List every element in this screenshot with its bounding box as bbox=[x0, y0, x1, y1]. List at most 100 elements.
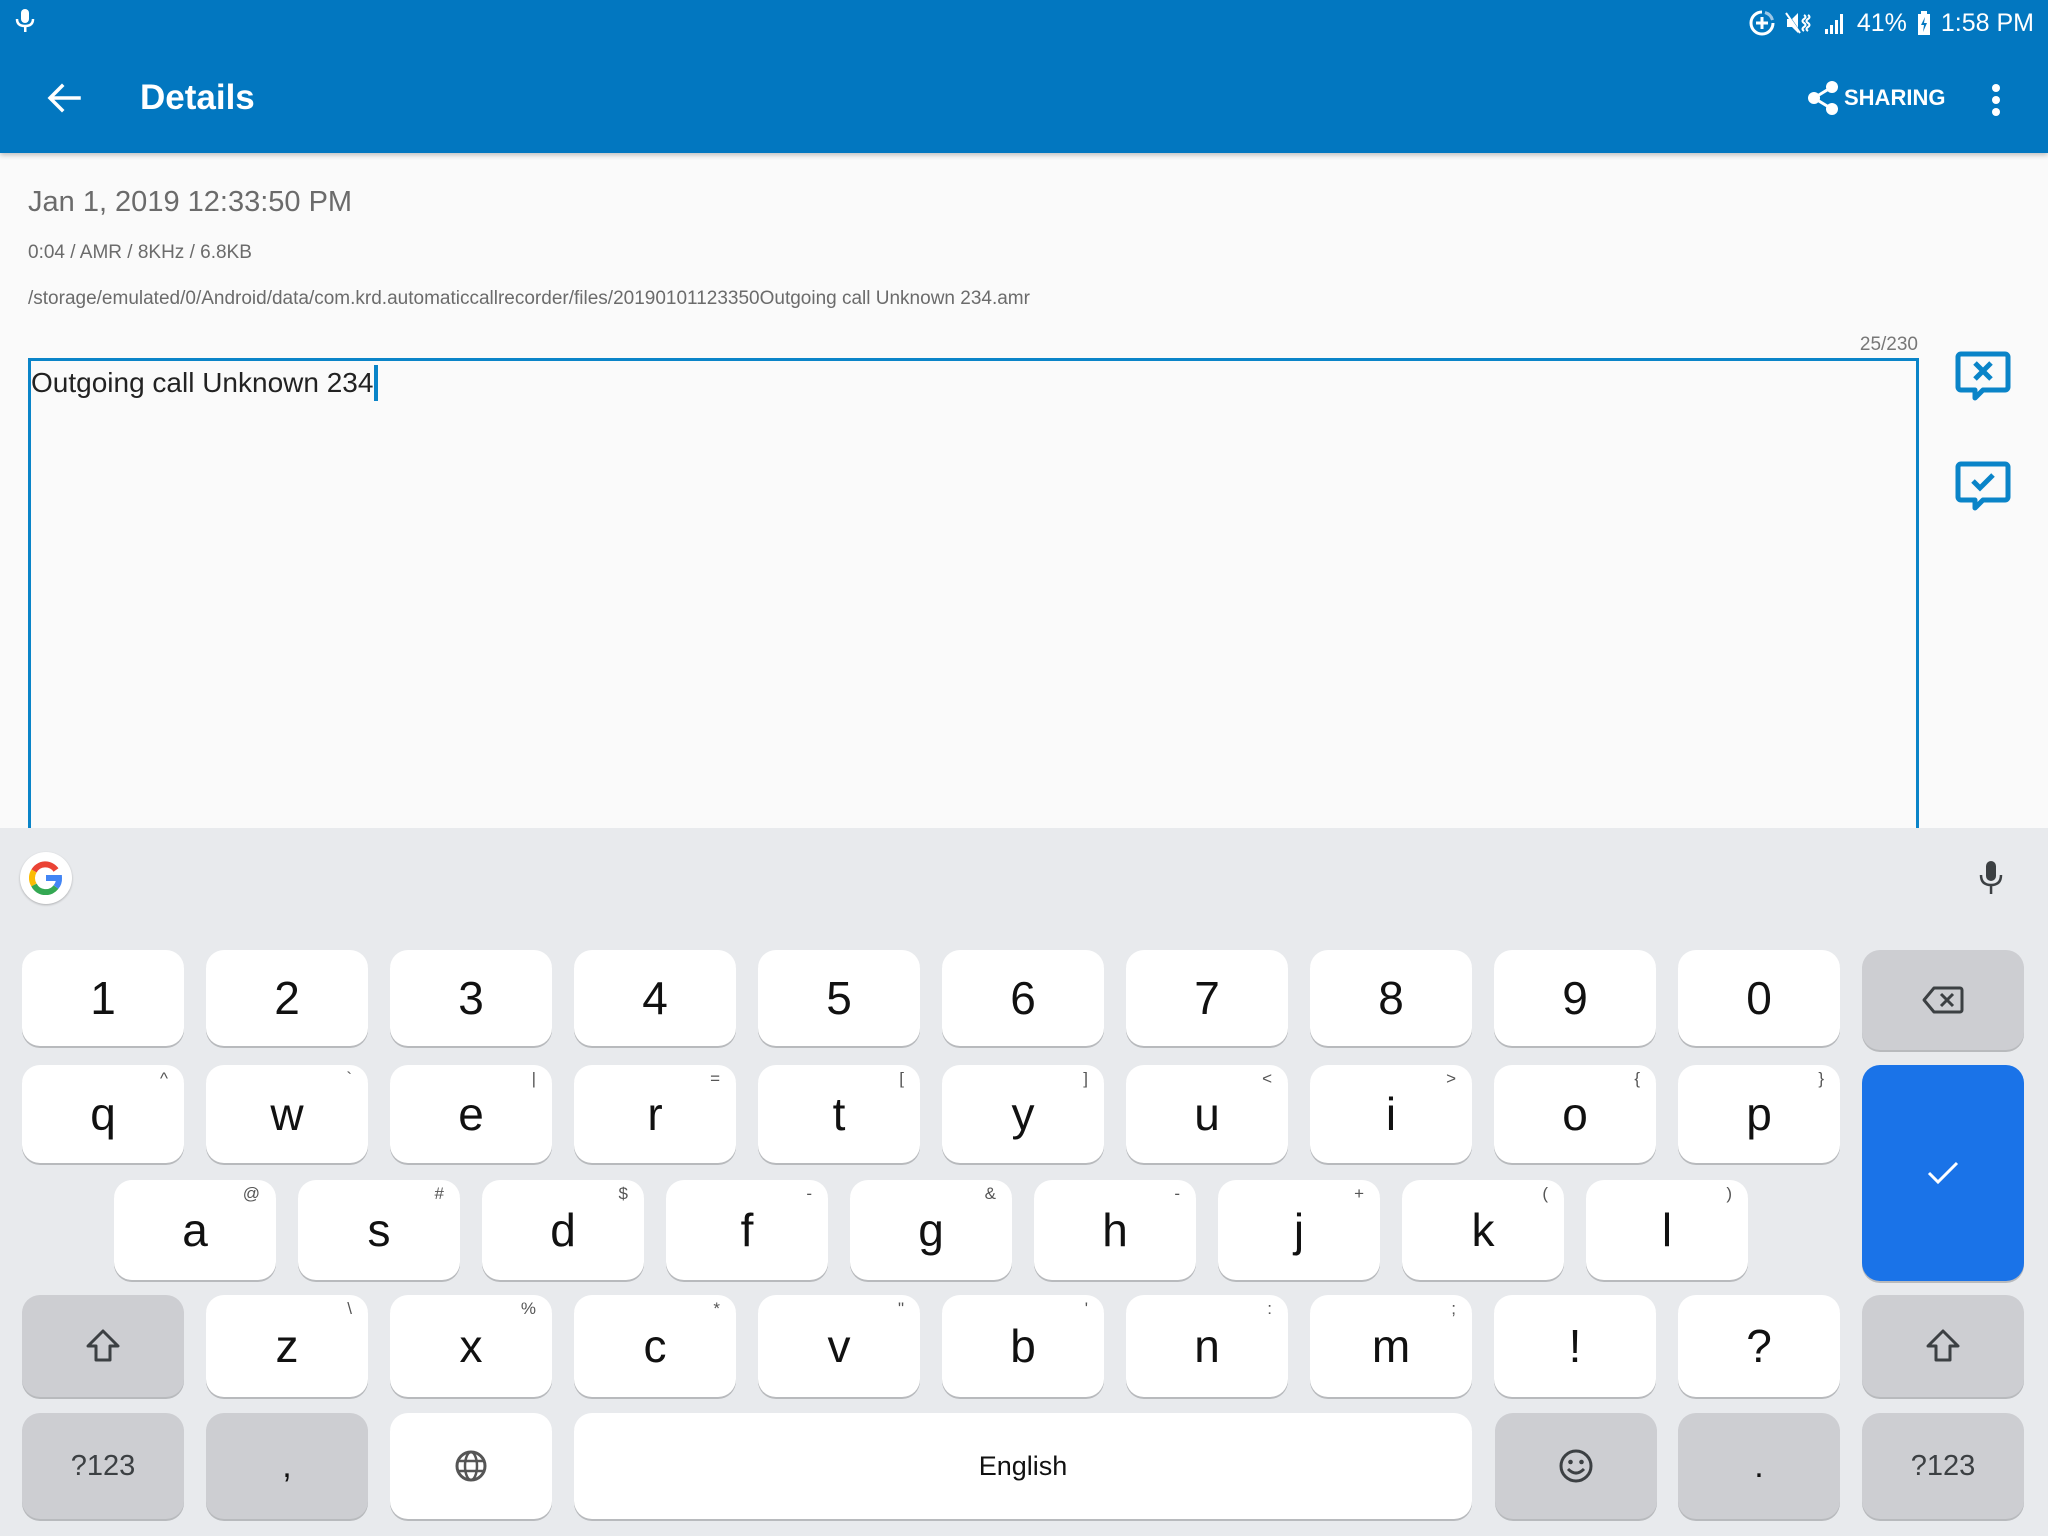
key-hint: { bbox=[1634, 1069, 1640, 1088]
key-1[interactable]: 1 bbox=[22, 950, 184, 1046]
key-hint: ' bbox=[1084, 1299, 1088, 1318]
key-5[interactable]: 5 bbox=[758, 950, 920, 1046]
back-button[interactable] bbox=[40, 74, 88, 122]
key-y[interactable]: y] bbox=[942, 1065, 1104, 1163]
symbols-key-left[interactable]: ?123 bbox=[22, 1413, 184, 1519]
key-label: z bbox=[275, 1320, 299, 1372]
key-s[interactable]: s # bbox=[298, 1180, 460, 1280]
key-8[interactable]: 8 bbox=[1310, 950, 1472, 1046]
recording-path: /storage/emulated/0/Android/data/com.krd… bbox=[28, 288, 1030, 309]
language-key[interactable] bbox=[390, 1413, 552, 1519]
key-c[interactable]: c * bbox=[574, 1295, 736, 1397]
key-l[interactable]: l) bbox=[1586, 1180, 1748, 1280]
key-label: a bbox=[182, 1204, 208, 1256]
key-label: n bbox=[1194, 1320, 1220, 1372]
key-hint: > bbox=[1446, 1069, 1456, 1088]
voice-input-icon[interactable] bbox=[1978, 860, 2004, 896]
globe-icon bbox=[455, 1450, 487, 1482]
key-w[interactable]: w ` bbox=[206, 1065, 368, 1163]
key-d[interactable]: d $ bbox=[482, 1180, 644, 1280]
key-g[interactable]: g & bbox=[850, 1180, 1012, 1280]
key-n[interactable]: n: bbox=[1126, 1295, 1288, 1397]
shift-icon bbox=[1926, 1329, 1960, 1362]
key-hint: ] bbox=[1083, 1069, 1088, 1088]
key-i[interactable]: i > bbox=[1310, 1065, 1472, 1163]
key-p[interactable]: p} bbox=[1678, 1065, 1840, 1163]
key-label: j bbox=[1293, 1204, 1305, 1256]
key-4[interactable]: 4 bbox=[574, 950, 736, 1046]
save-note-button[interactable] bbox=[1955, 460, 2011, 516]
symbols-key-label: ?123 bbox=[1910, 1449, 1976, 1482]
discard-note-button[interactable] bbox=[1955, 350, 2011, 406]
key-label: 2 bbox=[274, 972, 300, 1024]
page-title: Details bbox=[140, 78, 255, 117]
enter-key[interactable] bbox=[1862, 1065, 2024, 1281]
key-label: c bbox=[643, 1320, 667, 1372]
key-label: s bbox=[367, 1204, 391, 1256]
key-q[interactable]: q ^ bbox=[22, 1065, 184, 1163]
key-label: t bbox=[832, 1088, 846, 1140]
recording-meta: 0:04 / AMR / 8KHz / 6.8KB bbox=[28, 242, 252, 263]
key-?[interactable]: ? bbox=[1678, 1295, 1840, 1397]
text-cursor bbox=[374, 365, 379, 401]
key-b[interactable]: b ' bbox=[942, 1295, 1104, 1397]
key-o[interactable]: o{ bbox=[1494, 1065, 1656, 1163]
symbols-key-right[interactable]: ?123 bbox=[1862, 1413, 2024, 1519]
backspace-key[interactable] bbox=[1862, 950, 2024, 1050]
key-![interactable]: ! bbox=[1494, 1295, 1656, 1397]
key-2[interactable]: 2 bbox=[206, 950, 368, 1046]
key-x[interactable]: x% bbox=[390, 1295, 552, 1397]
key-hint: ` bbox=[346, 1069, 352, 1088]
note-input[interactable]: Outgoing call Unknown 234 bbox=[28, 358, 1919, 838]
app-bar: 41% 1:58 PM Details SHARING bbox=[0, 0, 2048, 153]
key-label: b bbox=[1010, 1320, 1036, 1372]
key-z[interactable]: z \ bbox=[206, 1295, 368, 1397]
key-label: 1 bbox=[90, 972, 116, 1024]
key-label: p bbox=[1746, 1088, 1772, 1140]
key-e[interactable]: e | bbox=[390, 1065, 552, 1163]
key-u[interactable]: u < bbox=[1126, 1065, 1288, 1163]
shift-key-left[interactable] bbox=[22, 1295, 184, 1397]
key-0[interactable]: 0 bbox=[1678, 950, 1840, 1046]
key-a[interactable]: a @ bbox=[114, 1180, 276, 1280]
key-7[interactable]: 7 bbox=[1126, 950, 1288, 1046]
mute-icon bbox=[1785, 11, 1811, 35]
shift-key-right[interactable] bbox=[1862, 1295, 2024, 1397]
emoji-key[interactable] bbox=[1495, 1413, 1657, 1519]
battery-percent: 41% bbox=[1856, 8, 1907, 37]
key-label: i bbox=[1385, 1088, 1397, 1140]
key-r[interactable]: r = bbox=[574, 1065, 736, 1163]
period-key[interactable]: . bbox=[1678, 1413, 1840, 1519]
key-label: 7 bbox=[1194, 972, 1220, 1024]
key-label: e bbox=[458, 1088, 484, 1140]
key-9[interactable]: 9 bbox=[1494, 950, 1656, 1046]
microphone-status-icon bbox=[15, 9, 35, 32]
google-search-button[interactable] bbox=[20, 852, 72, 904]
space-key[interactable]: English bbox=[574, 1413, 1472, 1519]
key-k[interactable]: k( bbox=[1402, 1180, 1564, 1280]
google-g-icon bbox=[29, 861, 62, 895]
key-hint: + bbox=[1354, 1184, 1364, 1203]
signal-icon bbox=[1824, 14, 1843, 34]
check-icon bbox=[1927, 1161, 1959, 1185]
key-3[interactable]: 3 bbox=[390, 950, 552, 1046]
more-options-button[interactable] bbox=[1980, 78, 2012, 122]
share-icon bbox=[1808, 81, 1838, 115]
key-hint: | bbox=[531, 1069, 536, 1088]
key-v[interactable]: v " bbox=[758, 1295, 920, 1397]
key-hint: } bbox=[1818, 1069, 1824, 1088]
key-t[interactable]: t[ bbox=[758, 1065, 920, 1163]
sharing-button[interactable]: SHARING bbox=[1806, 78, 1945, 118]
key-6[interactable]: 6 bbox=[942, 950, 1104, 1046]
comma-key[interactable]: , bbox=[206, 1413, 368, 1519]
key-hint: : bbox=[1267, 1299, 1272, 1318]
screen: 41% 1:58 PM Details SHARING Jan 1, 2019 … bbox=[0, 0, 2048, 1536]
key-hint: - bbox=[806, 1184, 812, 1203]
key-hint: ) bbox=[1726, 1184, 1732, 1203]
key-j[interactable]: j + bbox=[1218, 1180, 1380, 1280]
key-label: m bbox=[1371, 1320, 1411, 1372]
key-hint: ^ bbox=[160, 1069, 168, 1088]
key-m[interactable]: m; bbox=[1310, 1295, 1472, 1397]
key-f[interactable]: f- bbox=[666, 1180, 828, 1280]
key-h[interactable]: h- bbox=[1034, 1180, 1196, 1280]
